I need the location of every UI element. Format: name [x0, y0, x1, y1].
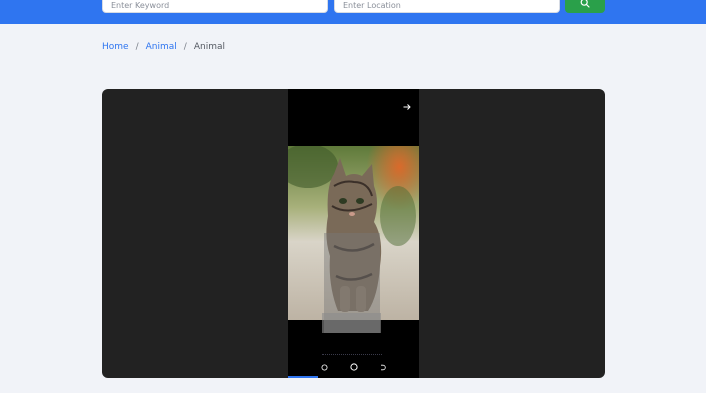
- search-button[interactable]: [565, 0, 605, 13]
- overlay-panel: [322, 313, 381, 333]
- progress-bar: [288, 376, 318, 378]
- keyword-field[interactable]: [102, 0, 328, 15]
- breadcrumb-category-link[interactable]: Animal: [146, 42, 177, 52]
- location-input[interactable]: [335, 0, 559, 15]
- next-button[interactable]: [401, 101, 413, 113]
- media-viewer: [102, 89, 605, 378]
- search-icon: [580, 0, 590, 8]
- location-field[interactable]: [334, 0, 560, 15]
- arrow-right-icon: [403, 104, 411, 110]
- back-icon[interactable]: [378, 363, 387, 372]
- breadcrumb: Home / Animal / Animal: [102, 42, 225, 52]
- breadcrumb-separator: /: [135, 42, 139, 52]
- keyword-input[interactable]: [103, 0, 327, 15]
- breadcrumb-current: Animal: [193, 42, 225, 52]
- page-indicator: [322, 354, 382, 355]
- top-search-bar: [0, 0, 706, 24]
- breadcrumb-home-link[interactable]: Home: [102, 42, 129, 52]
- circle-icon[interactable]: [320, 363, 329, 372]
- breadcrumb-separator: /: [183, 42, 187, 52]
- home-circle-icon[interactable]: [349, 363, 358, 372]
- phone-screenshot: [288, 89, 419, 378]
- phone-nav-bar: [288, 356, 419, 378]
